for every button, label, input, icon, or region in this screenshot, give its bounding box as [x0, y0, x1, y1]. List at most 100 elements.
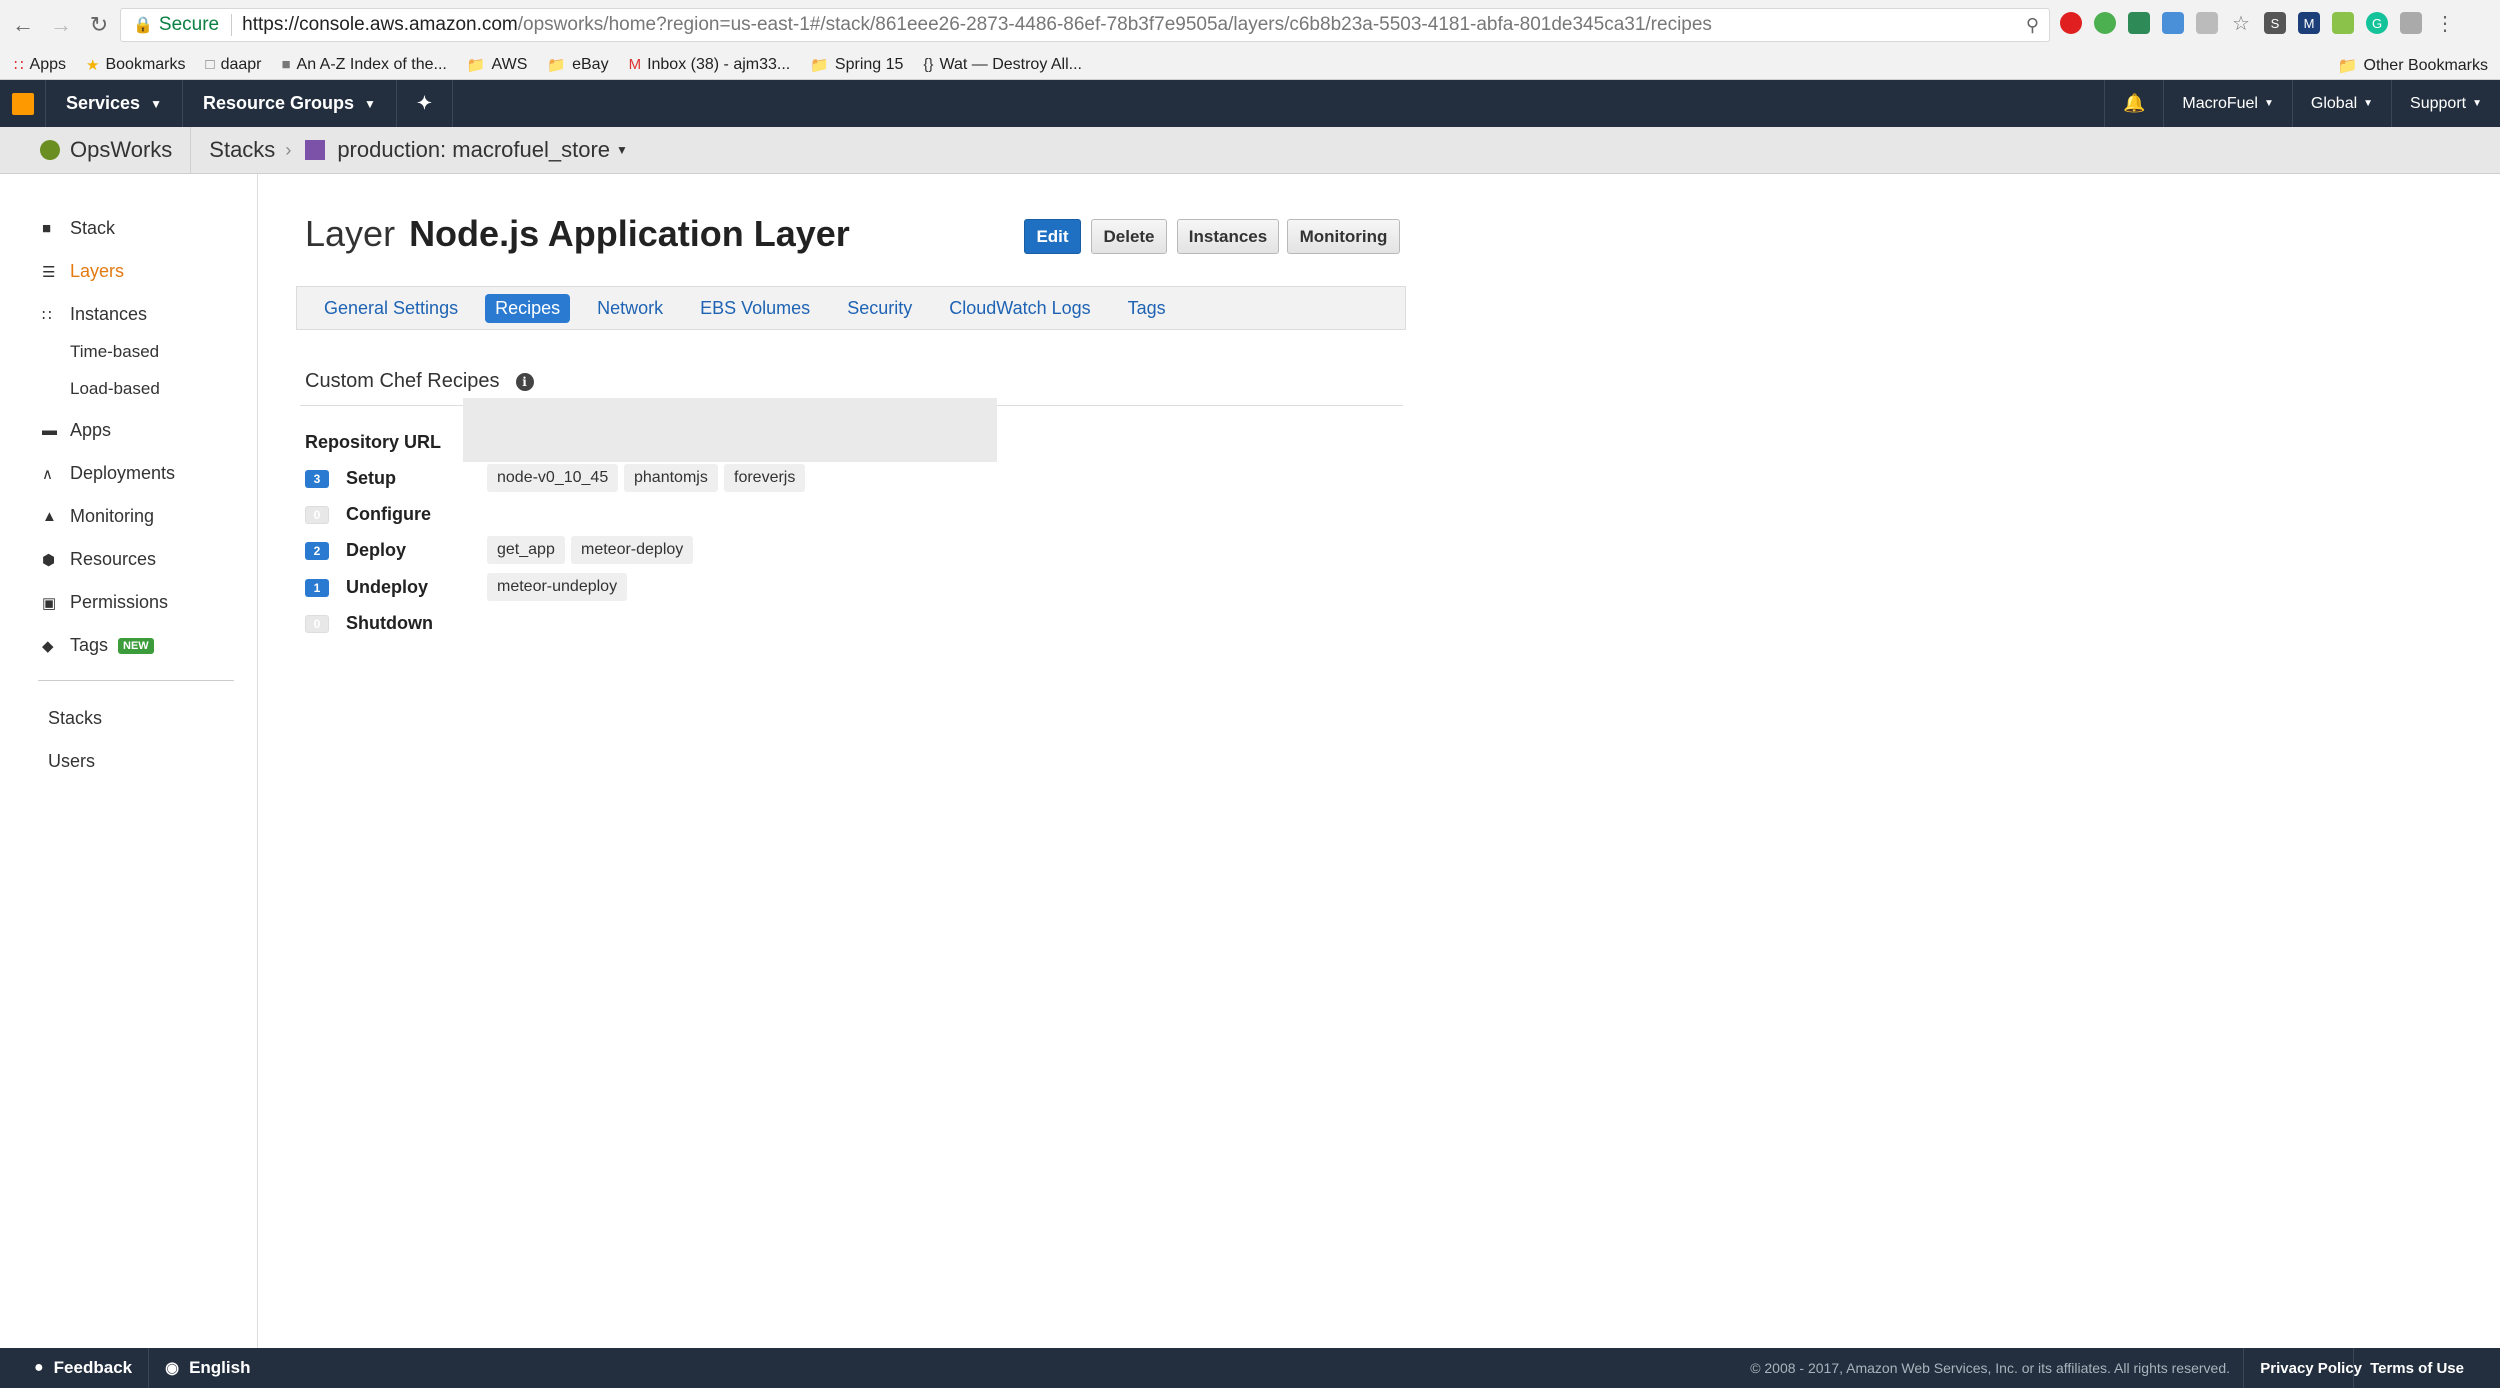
pinwheel-icon[interactable]: [2094, 12, 2116, 34]
m-icon[interactable]: M: [2298, 12, 2320, 34]
s-icon[interactable]: S: [2264, 12, 2286, 34]
grid-icon[interactable]: [2196, 12, 2218, 34]
tab-network[interactable]: Network: [587, 294, 673, 323]
feedback-button[interactable]: ● Feedback: [0, 1348, 150, 1388]
bookmark-item[interactable]: ∷ Apps: [14, 56, 66, 74]
feedback-label: Feedback: [53, 1358, 133, 1377]
aws-logo[interactable]: [0, 80, 46, 127]
opsworks-label: OpsWorks: [70, 137, 173, 162]
star-icon[interactable]: ☆: [2230, 12, 2252, 35]
apps-grid-icon: ∷: [14, 56, 24, 74]
title-prefix: Layer: [305, 213, 396, 254]
sidebar-item-monitoring[interactable]: ▲ Monitoring: [42, 506, 154, 527]
sidebar-item-label: Monitoring: [70, 506, 155, 526]
bookmark-label: Apps: [29, 55, 67, 73]
account-menu[interactable]: MacroFuel ▼: [2163, 80, 2291, 127]
badge-icon[interactable]: [2332, 12, 2354, 34]
stack-switcher[interactable]: production: macrofuel_store ▼: [301, 127, 646, 174]
bookmark-item[interactable]: □ daapr: [206, 56, 262, 74]
stacks-link[interactable]: Stacks: [191, 127, 275, 174]
bell-icon[interactable]: 🔔: [2103, 80, 2163, 127]
reload-icon[interactable]: ↻: [84, 10, 114, 40]
tag-icon: ◆: [42, 637, 54, 655]
sidebar-item-tags[interactable]: ◆ Tags NEW: [42, 635, 154, 656]
chevron-down-icon: ▼: [364, 96, 376, 111]
url-host: https://console.aws.amazon.com: [242, 14, 518, 35]
url-path: /opsworks/home?region=us-east-1#/stack/8…: [517, 14, 1712, 35]
chevron-down-icon: ▼: [2363, 98, 2374, 109]
edit-button[interactable]: Edit: [1024, 219, 1081, 254]
pin-icon[interactable]: ✦: [397, 80, 453, 127]
other-bookmarks-label: Other Bookmarks: [2363, 57, 2488, 74]
sidebar-item-layers[interactable]: ☰ Layers: [42, 261, 124, 282]
extension-icon[interactable]: [2128, 12, 2150, 34]
recipe-chip: get_app: [487, 536, 565, 564]
opera-icon[interactable]: [2060, 12, 2082, 34]
sidebar-item-resources[interactable]: ⬢ Resources: [42, 549, 156, 570]
sidebar-item-load-based[interactable]: Load-based: [70, 379, 160, 399]
globe-icon: ◉: [165, 1360, 180, 1377]
recipe-chip: meteor-undeploy: [487, 573, 628, 601]
region-menu[interactable]: Global ▼: [2291, 80, 2391, 127]
speech-bubble-icon: ●: [34, 1359, 44, 1376]
resource-groups-menu[interactable]: Resource Groups ▼: [183, 80, 397, 127]
support-menu[interactable]: Support ▼: [2391, 80, 2500, 127]
recipe-chip: phantomjs: [624, 464, 718, 492]
sidebar-item-time-based[interactable]: Time-based: [70, 342, 159, 362]
gmail-icon: M: [628, 56, 642, 73]
menu-icon[interactable]: ⋮: [2434, 12, 2456, 35]
recipe-event-label: Setup: [346, 468, 397, 488]
sidebar-item-deployments[interactable]: ∧ Deployments: [42, 463, 175, 484]
opsworks-home-link[interactable]: OpsWorks: [0, 126, 192, 174]
other-bookmarks[interactable]: 📁 Other Bookmarks: [2338, 56, 2488, 76]
folder-icon: 📁: [547, 56, 567, 74]
bookmark-item[interactable]: M Inbox (38) - ajm33...: [629, 56, 791, 74]
sidebar-item-users[interactable]: Users: [48, 751, 95, 772]
tab-security[interactable]: Security: [837, 294, 922, 323]
tab-general-settings[interactable]: General Settings: [314, 294, 468, 323]
tab-ebs-volumes[interactable]: EBS Volumes: [690, 294, 820, 323]
repository-url-label: Repository URL: [305, 432, 442, 452]
divider: [231, 14, 233, 36]
stacks-label: Stacks: [209, 137, 276, 162]
tab-cloudwatch-logs[interactable]: CloudWatch Logs: [939, 294, 1100, 323]
footer: ● Feedback ◉ English © 2008 - 2017, Amazon…: [0, 1348, 2500, 1388]
tab-tags[interactable]: Tags: [1118, 294, 1176, 323]
bookmark-item[interactable]: 📁 eBay: [547, 56, 608, 74]
camera-icon[interactable]: [2400, 12, 2422, 34]
info-icon[interactable]: i: [515, 372, 534, 391]
recipe-count-badge: 0: [305, 505, 329, 524]
recipe-event-row: 1 Undeploy: [305, 577, 486, 598]
sidebar-item-label: Stack: [70, 218, 116, 238]
bookmark-item[interactable]: {} Wat — Destroy All...: [923, 56, 1082, 74]
extension-icons: ☆ S M G ⋮: [2060, 12, 2456, 35]
delete-button[interactable]: Delete: [1091, 219, 1167, 254]
sidebar-item-stacks[interactable]: Stacks: [48, 708, 102, 729]
sidebar-item-instances[interactable]: ∷ Instances: [42, 304, 147, 325]
bookmark-item[interactable]: 📁 AWS: [467, 56, 528, 74]
sidebar-item-apps[interactable]: ▬ Apps: [42, 420, 111, 441]
monitoring-button[interactable]: Monitoring: [1287, 219, 1400, 254]
grammarly-icon[interactable]: G: [2366, 12, 2388, 34]
sidebar-item-label: Apps: [70, 420, 112, 440]
back-icon[interactable]: ←: [8, 10, 38, 40]
instances-button[interactable]: Instances: [1177, 219, 1279, 254]
address-bar[interactable]: 🔒 Secure https://console.aws.amazon.com /…: [120, 8, 2050, 42]
sidebar-item-permissions[interactable]: ▣ Permissions: [42, 592, 168, 613]
recipe-event-label: Configure: [346, 504, 431, 524]
bookmark-item[interactable]: ★ Bookmarks: [86, 56, 185, 74]
sidebar-item-stack[interactable]: ■ Stack: [42, 218, 115, 239]
bookmark-item[interactable]: ■ An A-Z Index of the...: [281, 56, 446, 74]
language-label: English: [189, 1358, 251, 1377]
recipe-event-label: Deploy: [346, 540, 407, 560]
services-menu[interactable]: Services ▼: [46, 80, 183, 127]
resources-icon: ⬢: [42, 551, 56, 569]
bookmark-item[interactable]: 📁 Spring 15: [810, 56, 903, 74]
language-selector[interactable]: ◉ English: [149, 1348, 266, 1388]
deployments-icon: ∧: [42, 465, 53, 483]
search-icon[interactable]: ⚲: [2026, 15, 2039, 36]
bookmark-icon[interactable]: [2162, 12, 2184, 34]
forward-icon[interactable]: →: [46, 10, 76, 40]
tab-recipes[interactable]: Recipes: [485, 293, 571, 323]
terms-of-use-link[interactable]: Terms of Use: [2353, 1348, 2480, 1388]
